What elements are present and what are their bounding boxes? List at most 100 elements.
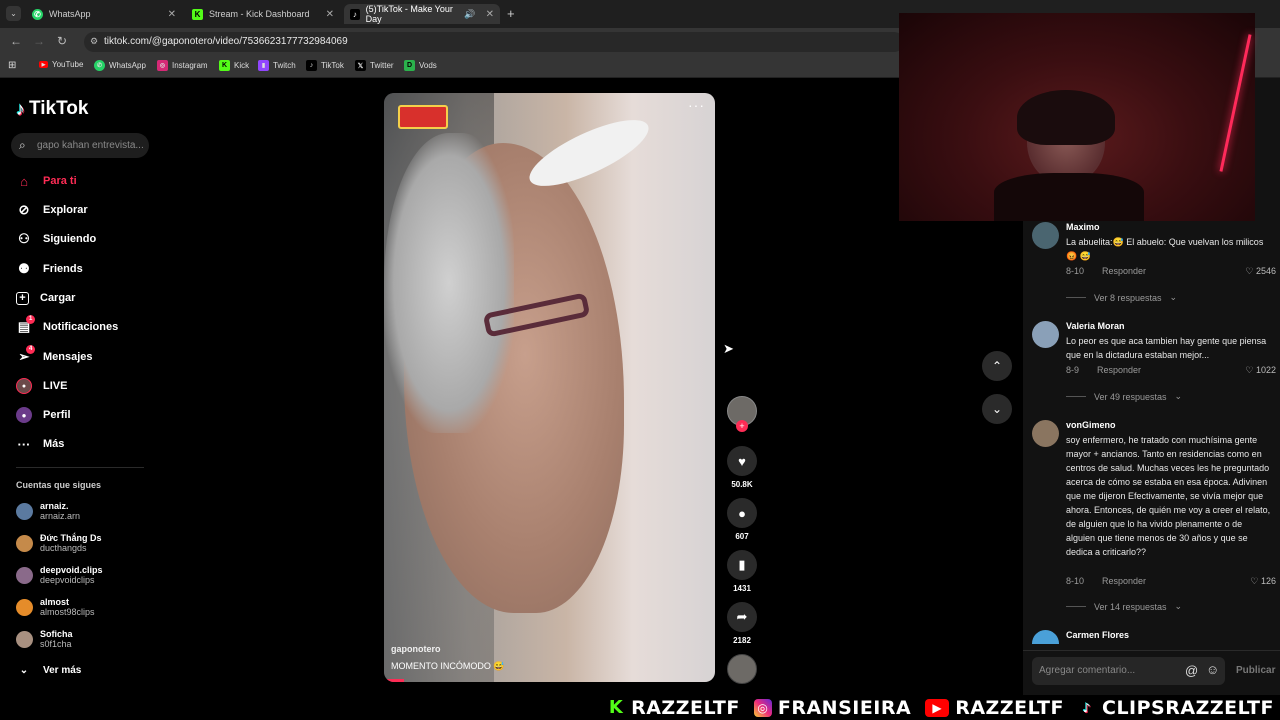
like-button[interactable]: ♥ 50.8K — [727, 446, 757, 489]
search-input[interactable]: ⌕ gapo kahan entrevista... — [11, 133, 149, 158]
reply-button[interactable]: Responder — [1102, 576, 1146, 587]
divider-line — [1066, 297, 1086, 298]
more-icon: ··· — [17, 436, 31, 452]
following-account[interactable]: deepvoid.clips deepvoidclips — [16, 565, 103, 585]
publish-button[interactable]: Publicar — [1236, 665, 1275, 676]
bookmark-youtube[interactable]: ▶ YouTube — [39, 60, 83, 69]
tab-kick[interactable]: K Stream - Kick Dashboard ✕ — [186, 4, 340, 24]
video-caption: MOMENTO INCÓMODO 😅 — [391, 661, 505, 671]
overlay-kick: K RAZZELTF — [608, 696, 740, 719]
video-player[interactable]: ··· gaponotero MOMENTO INCÓMODO 😅 — [384, 93, 715, 682]
apps-grid-icon[interactable]: ⊞ — [8, 60, 16, 71]
next-video-button[interactable]: ⌄ — [982, 394, 1012, 424]
whatsapp-icon: ✆ — [32, 8, 43, 20]
comment-like-button[interactable]: ♡ 2546 — [1245, 266, 1276, 277]
following-account[interactable]: arnaiz. arnaiz.arn — [16, 501, 80, 521]
video-author[interactable]: gaponotero — [391, 644, 441, 654]
close-icon[interactable]: ✕ — [486, 9, 494, 20]
kick-icon: K — [608, 697, 624, 718]
avatar[interactable] — [1032, 630, 1059, 644]
comment-item: Valeria Moran Lo peor es que aca tambien… — [1032, 321, 1277, 411]
tab-whatsapp[interactable]: ✆ WhatsApp ✕ — [26, 4, 182, 24]
follow-plus-icon[interactable]: + — [736, 420, 748, 432]
bookmark-icon: ▮ — [727, 550, 757, 580]
forward-icon[interactable]: → — [33, 34, 45, 48]
nav-mas[interactable]: ··· Más — [16, 434, 65, 454]
chevron-up-icon: ⌃ — [991, 359, 1003, 373]
video-progress-bar[interactable] — [384, 679, 404, 682]
see-more-button[interactable]: ⌄ Ver más — [16, 660, 82, 680]
following-account[interactable]: Đức Thắng Ds ducthangds — [16, 533, 102, 553]
heart-outline-icon: ♡ — [1250, 576, 1259, 586]
author-avatar-button[interactable]: + — [727, 396, 757, 432]
hat-image — [521, 107, 657, 199]
following-accounts-title: Cuentas que sigues — [16, 480, 102, 490]
share-button[interactable]: ➦ 2182 — [727, 602, 757, 645]
chevron-down-icon: ⌄ — [19, 664, 29, 676]
tab-search-icon[interactable]: ⌄ — [6, 6, 21, 21]
nav-cargar[interactable]: + Cargar — [16, 288, 75, 308]
tiktok-icon: ♪ — [350, 8, 360, 20]
reply-button[interactable]: Responder — [1102, 266, 1146, 277]
following-icon: ⚇ — [18, 231, 30, 246]
nav-perfil[interactable]: ● Perfil — [16, 405, 71, 425]
avatar[interactable] — [1032, 420, 1059, 447]
streamer-hair-image — [1017, 90, 1115, 145]
close-icon[interactable]: ✕ — [168, 9, 176, 20]
bookmark-twitter[interactable]: 𝕏 Twitter — [355, 60, 394, 71]
tiktok-logo[interactable]: ♪ TikTok — [16, 98, 88, 120]
nav-explorar[interactable]: ⊘ Explorar — [16, 200, 88, 220]
bookmark-whatsapp[interactable]: ✆ WhatsApp — [94, 60, 146, 71]
view-replies-button[interactable]: Ver 8 respuestas ⌄ — [1066, 292, 1177, 303]
youtube-icon: ▶ — [39, 61, 48, 68]
comment-item: vonGimeno soy enfermero, he tratado con … — [1032, 420, 1277, 620]
bookmark-twitch[interactable]: ▮ Twitch — [258, 60, 296, 71]
avatar — [16, 598, 33, 616]
nav-live[interactable]: ● LIVE — [16, 376, 67, 396]
previous-video-button[interactable]: ⌃ — [982, 351, 1012, 381]
save-button[interactable]: ▮ 1431 — [727, 550, 757, 593]
back-icon[interactable]: ← — [10, 34, 22, 48]
following-account[interactable]: Soficha s0f1cha — [16, 629, 73, 649]
twitch-icon: ▮ — [258, 60, 269, 71]
speaker-icon[interactable]: 🔊 — [464, 9, 475, 20]
tab-tiktok[interactable]: ♪ (5)TikTok - Make Your Day 🔊 ✕ — [344, 4, 500, 24]
comment-like-button[interactable]: ♡ 1022 — [1245, 365, 1276, 376]
nav-notificaciones[interactable]: ▤ 1 Notificaciones — [16, 315, 118, 337]
overlay-instagram: ◎ FRANSIEIRA — [753, 697, 911, 719]
avatar[interactable] — [1032, 222, 1059, 249]
close-icon[interactable]: ✕ — [326, 9, 334, 20]
emoji-icon[interactable]: ☺ — [1206, 662, 1219, 677]
following-account[interactable]: almost almost98clips — [16, 597, 95, 617]
instagram-icon: ◎ — [157, 60, 168, 71]
comment-like-button[interactable]: ♡ 126 — [1250, 576, 1276, 587]
streamer-body-image — [994, 173, 1144, 221]
music-disc-button[interactable] — [727, 654, 757, 684]
instagram-icon: ◎ — [753, 698, 772, 717]
view-replies-button[interactable]: Ver 49 respuestas ⌄ — [1066, 391, 1182, 402]
new-tab-icon[interactable]: + — [507, 6, 515, 21]
mention-icon[interactable]: @ — [1185, 663, 1198, 678]
comment-button[interactable]: ● 607 — [727, 498, 757, 541]
nav-friends[interactable]: ⚉ Friends — [16, 259, 83, 279]
friends-icon: ⚉ — [18, 261, 30, 276]
view-replies-button[interactable]: Ver 14 respuestas ⌄ — [1066, 601, 1182, 612]
more-options-icon[interactable]: ··· — [688, 97, 705, 113]
bookmark-tiktok[interactable]: ♪ TikTok — [306, 60, 344, 71]
reply-button[interactable]: Responder — [1097, 365, 1141, 376]
chevron-down-icon: ⌄ — [1174, 601, 1183, 611]
reload-icon[interactable]: ↻ — [57, 34, 67, 48]
bookmark-instagram[interactable]: ◎ Instagram — [157, 60, 208, 71]
nav-siguiendo[interactable]: ⚇ Siguiendo — [16, 229, 96, 249]
grey-hair-image — [384, 133, 514, 433]
nav-mensajes[interactable]: ➢ 4 Mensajes — [16, 345, 93, 367]
x-icon: 𝕏 — [355, 60, 366, 71]
heart-outline-icon: ♡ — [1245, 266, 1254, 276]
url-field[interactable]: tiktok.com/@gaponotero/video/75366231777… — [84, 32, 904, 52]
sidebar-divider — [16, 467, 144, 468]
avatar[interactable] — [1032, 321, 1059, 348]
nav-para-ti[interactable]: ⌂ Para ti — [16, 171, 77, 191]
site-info-icon[interactable]: ⚙ — [90, 36, 98, 47]
bookmark-kick[interactable]: K Kick — [219, 60, 249, 71]
bookmark-vods[interactable]: D Vods — [404, 60, 437, 71]
